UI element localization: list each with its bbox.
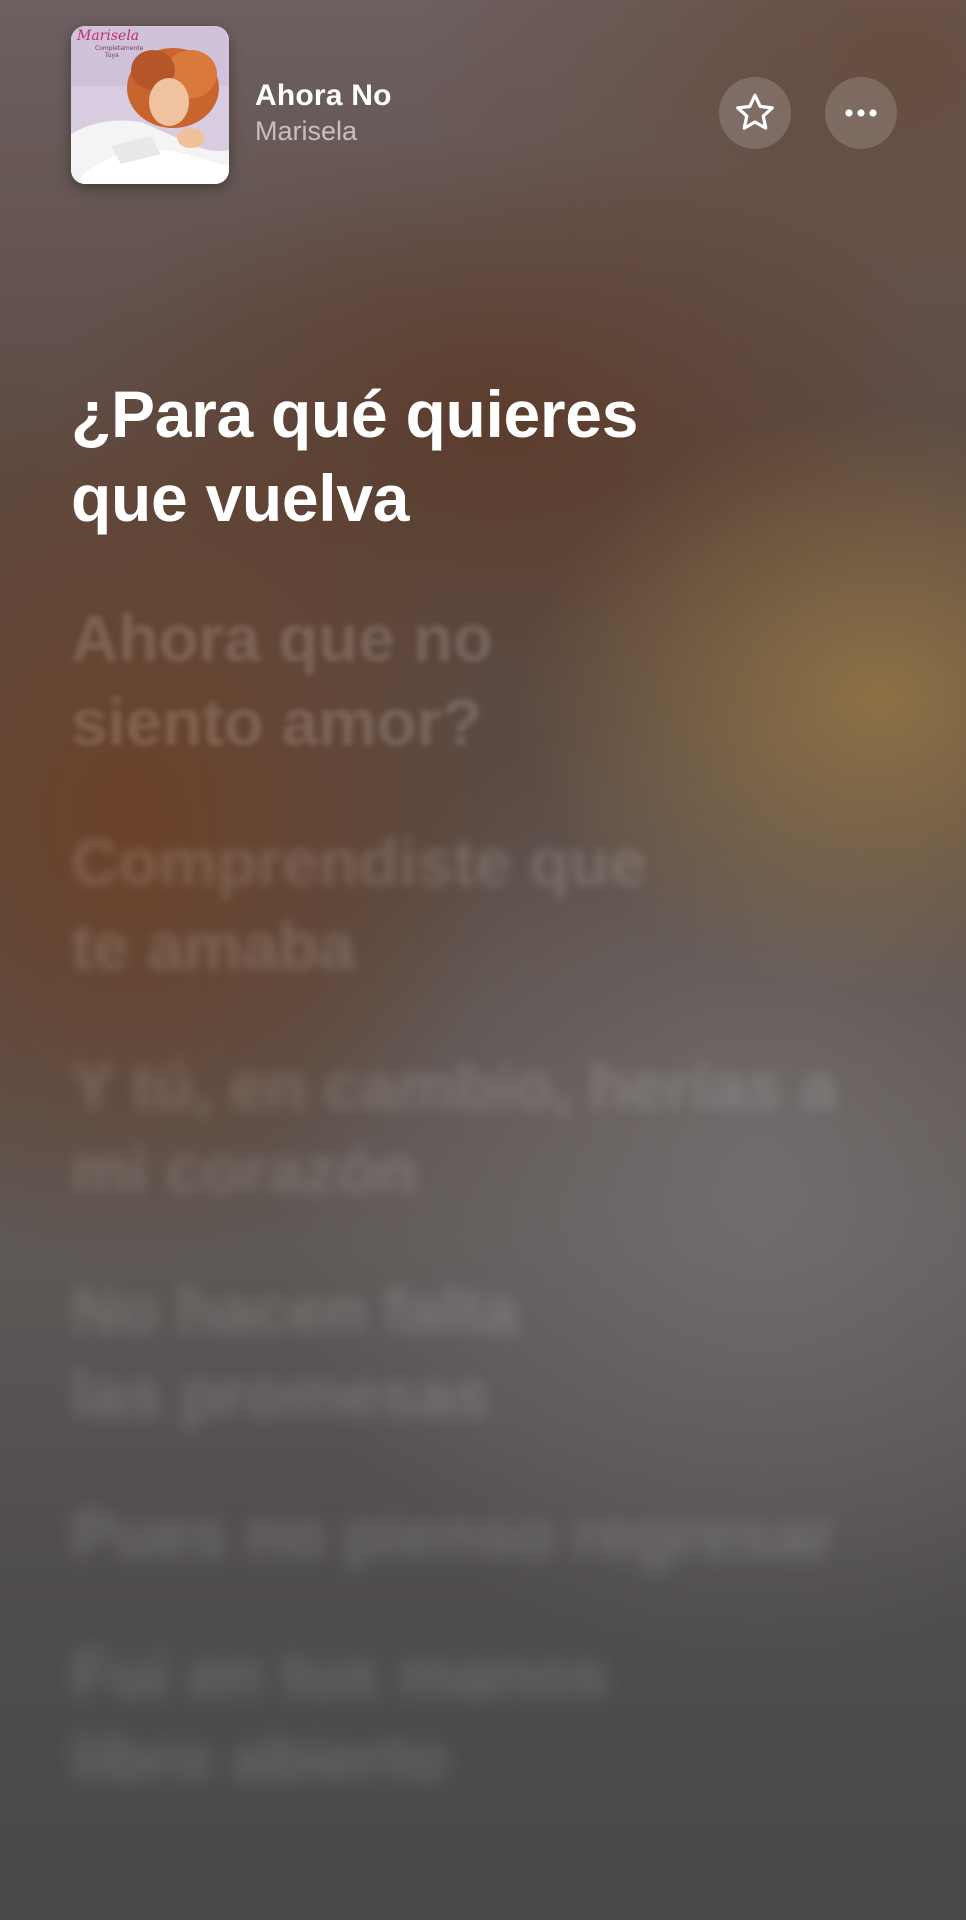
lyric-line[interactable]: No hacen falta las promesas xyxy=(71,1268,591,1436)
lyric-line[interactable]: Ahora que no siento amor? xyxy=(71,596,551,764)
more-options-button[interactable] xyxy=(825,77,897,149)
lyric-line[interactable]: Comprendiste que te amaba xyxy=(71,820,711,988)
star-icon xyxy=(736,93,774,130)
song-artist: Marisela xyxy=(255,116,358,146)
album-cover[interactable]: Marisela Completamente Tuya xyxy=(71,26,229,184)
svg-text:Completamente: Completamente xyxy=(95,45,144,52)
lyric-line[interactable]: Pues no pienso regresar xyxy=(71,1492,881,1576)
svg-text:Marisela: Marisela xyxy=(76,28,139,44)
now-playing-header: Marisela Completamente Tuya Ahora No Mar… xyxy=(71,26,897,184)
song-info[interactable]: Ahora No Marisela xyxy=(255,78,392,148)
lyric-line[interactable]: Fui en tus manos libro abierto xyxy=(71,1632,691,1800)
svg-text:Tuya: Tuya xyxy=(104,52,119,59)
lyric-line-current[interactable]: ¿Para qué quieres que vuelva xyxy=(71,372,691,540)
song-title: Ahora No xyxy=(255,79,392,112)
ellipsis-icon xyxy=(845,109,877,117)
lyrics-view[interactable]: ¿Para qué quieres que vuelva Ahora que n… xyxy=(71,372,881,1856)
lyric-line[interactable]: Y tú, en cambio, herías a mi corazón xyxy=(71,1044,871,1212)
favorite-button[interactable] xyxy=(719,77,791,149)
